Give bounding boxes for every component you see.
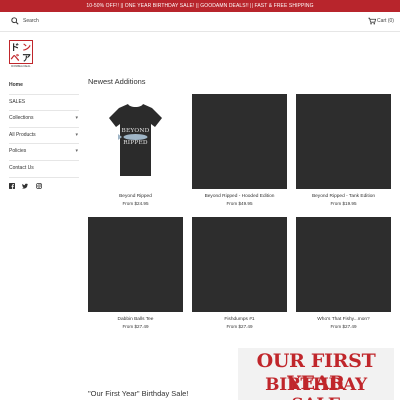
product-image[interactable] [192,217,287,312]
tshirt-image: BEYOND RIPPED [109,104,162,176]
product-name[interactable]: Beyond Ripped - Tank Edition [296,193,391,200]
product-name[interactable]: Who's That Fishy...mon? [296,316,391,323]
birthday-sale-image[interactable]: OUR FIRST YEAR BIRTHDAY SALE [238,348,394,400]
sidebar-nav: Home SALES Collections ▾ All Products ▾ Po… [9,78,79,178]
product-image[interactable]: BEYOND RIPPED [88,94,183,189]
product-name[interactable]: Beyond Ripped - Hooded Edition [192,193,287,200]
product-card[interactable]: Fishdumps #1 From $27.49 [192,217,287,330]
chevron-down-icon[interactable]: ▾ [75,144,78,160]
sidebar-item-label: SALES [9,98,26,105]
svg-text:ベ: ベ [10,53,19,64]
product-card[interactable]: Beyond Ripped - Tank Edition From $19.95 [296,94,391,207]
product-price: From $49.95 [226,201,253,206]
sidebar-item-home[interactable]: Home [9,78,79,95]
sidebar-item-collections[interactable]: Collections ▾ [9,111,79,128]
sidebar-item-label: Contact Us [9,164,34,171]
sidebar-item-all-products[interactable]: All Products ▾ [9,128,79,145]
product-image[interactable] [296,94,391,189]
twitter-icon[interactable] [22,183,29,189]
product-price: From $19.95 [330,201,357,206]
cart-link[interactable]: Cart (0) [377,17,394,25]
product-name[interactable]: Dabbin Balls Tee [88,316,183,323]
product-card[interactable]: BEYOND RIPPED Beyond Ripped From $24.95 [88,94,183,207]
svg-text:ン: ン [22,43,31,54]
social-links [9,176,42,194]
product-name[interactable]: Beyond Ripped [88,193,183,200]
search-icon[interactable] [11,17,19,25]
product-price: From $24.95 [122,201,149,206]
store-logo[interactable]: ド ン ベ ア [9,40,33,64]
product-image[interactable] [296,217,391,312]
promo-banner[interactable]: 10-50% OFF!! || ONE YEAR BIRTHDAY SALE! … [0,0,400,12]
sidebar-item-label: Collections [9,115,34,122]
product-price: From $27.49 [226,324,253,329]
search-input[interactable]: Search [23,17,39,25]
product-card[interactable]: Dabbin Balls Tee From $27.49 [88,217,183,330]
instagram-icon[interactable] [36,183,42,189]
svg-text:ア: ア [22,53,31,64]
top-bar: Search Cart (0) [0,12,400,32]
birthday-sale-title[interactable]: "Our First Year" Birthday Sale! [88,389,188,398]
product-price: From $27.49 [122,324,149,329]
product-card[interactable]: Beyond Ripped - Hooded Edition From $49.… [192,94,287,207]
product-name[interactable]: Fishdumps #1 [192,316,287,323]
logo-caption: DONBEA DEAL [11,65,31,68]
birthday-image-line2: BIRTHDAY SALE [265,375,367,400]
cart-icon[interactable] [368,17,376,25]
chevron-down-icon[interactable]: ▾ [75,128,78,144]
svg-text:ド: ド [10,43,19,54]
sidebar-item-sales[interactable]: SALES [9,95,79,112]
chevron-down-icon[interactable]: ▾ [75,111,78,127]
product-card[interactable]: Who's That Fishy...mon? From $27.49 [296,217,391,330]
product-price: From $27.49 [330,324,357,329]
sidebar-item-label: Home [9,82,23,88]
svg-text:RIPPED: RIPPED [123,140,148,146]
product-image[interactable] [88,217,183,312]
section-title: Newest Additions [88,77,146,86]
sidebar-item-policies[interactable]: Policies ▾ [9,144,79,161]
facebook-icon[interactable] [9,183,15,189]
product-image[interactable] [192,94,287,189]
svg-text:BEYOND: BEYOND [122,128,150,134]
sidebar-item-label: Policies [9,148,27,155]
sidebar-item-label: All Products [9,131,36,138]
